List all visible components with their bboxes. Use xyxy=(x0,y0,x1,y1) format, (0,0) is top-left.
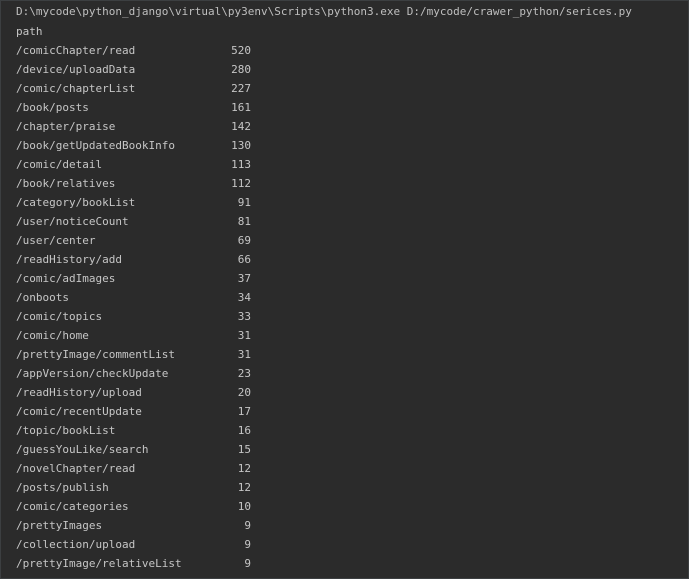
table-row: /category/bookList 91 xyxy=(16,195,316,214)
row-count: 142 xyxy=(231,120,251,133)
table-row: /posts/publish 12 xyxy=(16,480,316,499)
row-count: 16 xyxy=(237,424,251,437)
row-count: 12 xyxy=(237,481,251,494)
table-row: /chapter/praise 142 xyxy=(16,119,316,138)
row-count: 113 xyxy=(231,158,251,171)
table-row: /collection/upload 9 xyxy=(16,537,316,556)
table-row: /comic/adImages 37 xyxy=(16,271,316,290)
row-count: 33 xyxy=(237,310,251,323)
table-row: /prettyImage/relativeList 9 xyxy=(16,556,316,575)
output-table: path /comicChapter/read 520 /device/uploa… xyxy=(16,24,316,575)
row-count: 9 xyxy=(244,519,251,532)
row-count: 112 xyxy=(231,177,251,190)
table-row: /user/noticeCount 81 xyxy=(16,214,316,233)
command-line: D:\mycode\python_django\virtual\py3env\S… xyxy=(16,5,632,18)
table-row: /comicChapter/read 520 xyxy=(16,43,316,62)
table-row: /comic/detail 113 xyxy=(16,157,316,176)
row-path: /readHistory/upload xyxy=(16,386,142,399)
table-row: /topic/bookList 16 xyxy=(16,423,316,442)
row-path: /device/uploadData xyxy=(16,63,136,76)
column-header-path: path xyxy=(16,25,43,38)
console-output-panel[interactable]: D:\mycode\python_django\virtual\py3env\S… xyxy=(0,0,689,579)
row-path: /comic/topics xyxy=(16,310,103,323)
table-row: /novelChapter/read 12 xyxy=(16,461,316,480)
row-path: /prettyImages xyxy=(16,519,103,532)
header-row: path xyxy=(16,24,316,43)
table-row: /comic/home 31 xyxy=(16,328,316,347)
row-path: /user/center xyxy=(16,234,96,247)
table-row: /onboots 34 xyxy=(16,290,316,309)
row-count: 23 xyxy=(237,367,251,380)
row-path: /book/relatives xyxy=(16,177,116,190)
row-path: /comic/categories xyxy=(16,500,129,513)
row-path: /appVersion/checkUpdate xyxy=(16,367,169,380)
table-row: /comic/chapterList 227 xyxy=(16,81,316,100)
row-count: 9 xyxy=(244,538,251,551)
row-count: 9 xyxy=(244,557,251,570)
row-path: /readHistory/add xyxy=(16,253,122,266)
row-count: 17 xyxy=(237,405,251,418)
row-path: /comicChapter/read xyxy=(16,44,136,57)
row-count: 81 xyxy=(237,215,251,228)
row-count: 31 xyxy=(237,348,251,361)
table-row: /prettyImage/commentList 31 xyxy=(16,347,316,366)
row-count: 161 xyxy=(231,101,251,114)
row-count: 130 xyxy=(231,139,251,152)
row-path: /collection/upload xyxy=(16,538,136,551)
row-count: 15 xyxy=(237,443,251,456)
row-path: /category/bookList xyxy=(16,196,136,209)
row-path: /comic/recentUpdate xyxy=(16,405,142,418)
table-row: /book/getUpdatedBookInfo 130 xyxy=(16,138,316,157)
row-count: 37 xyxy=(237,272,251,285)
table-row: /readHistory/upload 20 xyxy=(16,385,316,404)
row-count: 31 xyxy=(237,329,251,342)
row-count: 227 xyxy=(231,82,251,95)
row-path: /comic/adImages xyxy=(16,272,116,285)
row-path: /comic/detail xyxy=(16,158,103,171)
row-path: /prettyImage/relativeList xyxy=(16,557,182,570)
row-count: 69 xyxy=(237,234,251,247)
row-path: /guessYouLike/search xyxy=(16,443,149,456)
table-row: /book/posts 161 xyxy=(16,100,316,119)
table-row: /book/relatives 112 xyxy=(16,176,316,195)
row-path: /book/getUpdatedBookInfo xyxy=(16,139,175,152)
row-count: 66 xyxy=(237,253,251,266)
row-count: 280 xyxy=(231,63,251,76)
row-count: 520 xyxy=(231,44,251,57)
table-row: /appVersion/checkUpdate 23 xyxy=(16,366,316,385)
table-row: /device/uploadData 280 xyxy=(16,62,316,81)
row-path: /topic/bookList xyxy=(16,424,116,437)
row-path: /chapter/praise xyxy=(16,120,116,133)
row-path: /comic/home xyxy=(16,329,89,342)
table-row: /prettyImages 9 xyxy=(16,518,316,537)
row-path: /user/noticeCount xyxy=(16,215,129,228)
row-path: /posts/publish xyxy=(16,481,109,494)
row-count: 12 xyxy=(237,462,251,475)
row-path: /comic/chapterList xyxy=(16,82,136,95)
row-count: 91 xyxy=(237,196,251,209)
row-path: /prettyImage/commentList xyxy=(16,348,175,361)
table-row: /comic/topics 33 xyxy=(16,309,316,328)
table-row: /comic/categories 10 xyxy=(16,499,316,518)
row-count: 20 xyxy=(237,386,251,399)
table-row: /readHistory/add 66 xyxy=(16,252,316,271)
row-count: 10 xyxy=(237,500,251,513)
table-row: /guessYouLike/search 15 xyxy=(16,442,316,461)
table-row: /user/center 69 xyxy=(16,233,316,252)
row-count: 34 xyxy=(237,291,251,304)
table-row: /comic/recentUpdate 17 xyxy=(16,404,316,423)
row-path: /novelChapter/read xyxy=(16,462,136,475)
row-path: /book/posts xyxy=(16,101,89,114)
row-path: /onboots xyxy=(16,291,69,304)
